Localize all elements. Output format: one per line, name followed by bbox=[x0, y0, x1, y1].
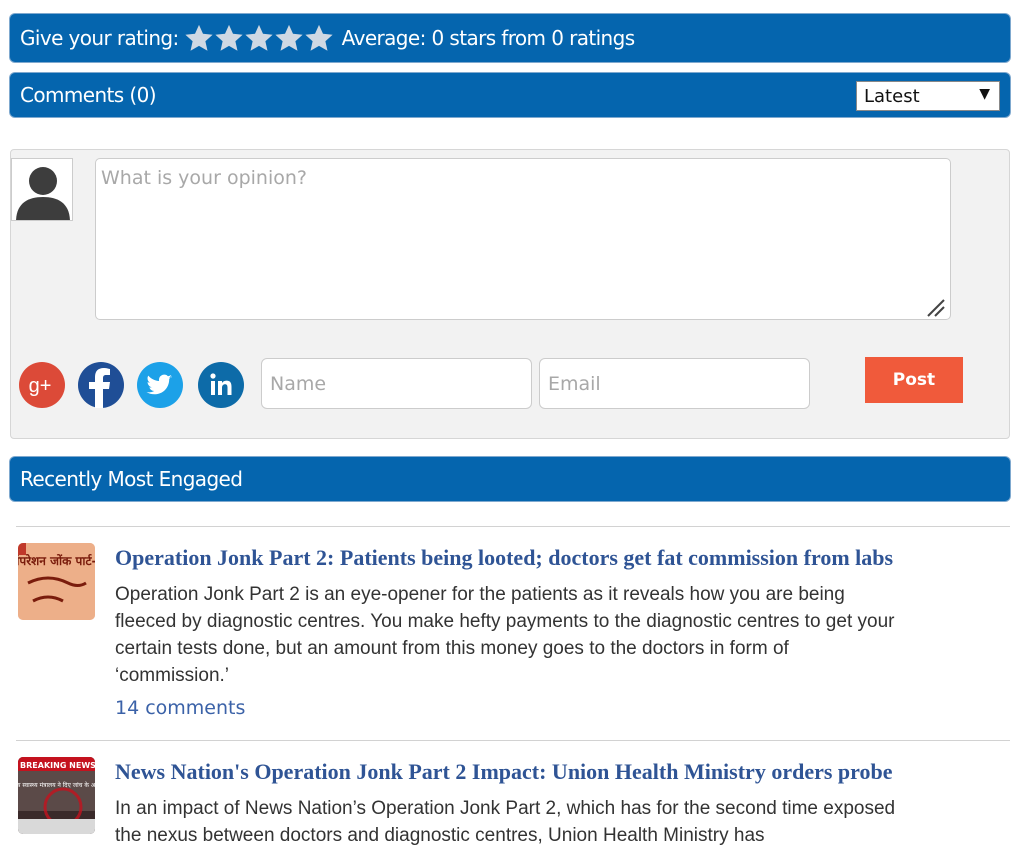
comments-bar: Comments (0) Latest ▼ bbox=[10, 73, 1010, 117]
linkedin-icon[interactable] bbox=[198, 362, 244, 408]
star-icon[interactable] bbox=[244, 23, 274, 53]
rating-bar: Give your rating: Average: 0 stars from … bbox=[10, 14, 1010, 62]
star-icon[interactable] bbox=[274, 23, 304, 53]
rating-label: Give your rating: bbox=[20, 26, 179, 50]
post-button[interactable]: Post bbox=[865, 357, 963, 403]
twitter-icon[interactable] bbox=[137, 362, 183, 408]
article-title[interactable]: News Nation's Operation Jonk Part 2 Impa… bbox=[115, 759, 893, 785]
email-input[interactable] bbox=[539, 358, 810, 409]
list-item: BREAKING NEWS केंद्रीय स्वास्थ्य मंत्राल… bbox=[16, 740, 1010, 855]
opinion-textarea[interactable] bbox=[95, 158, 951, 320]
facebook-icon[interactable] bbox=[78, 362, 124, 408]
rating-stars bbox=[184, 23, 334, 53]
engaged-bar: Recently Most Engaged bbox=[10, 457, 1010, 501]
article-title[interactable]: Operation Jonk Part 2: Patients being lo… bbox=[115, 545, 893, 571]
sort-select[interactable]: Latest ▼ bbox=[856, 81, 1000, 111]
article-description: In an impact of News Nation’s Operation … bbox=[115, 798, 896, 846]
thumb-text-1: ऑपरेशन जोंक पार्ट-2 bbox=[18, 554, 95, 568]
article-description: Operation Jonk Part 2 is an eye-opener f… bbox=[115, 584, 895, 686]
resize-grip-icon[interactable] bbox=[924, 296, 946, 318]
google-plus-icon[interactable]: g+ bbox=[19, 362, 65, 408]
list-item: ऑपरेशन जोंक पार्ट-2 Operation Jonk Part … bbox=[16, 526, 1010, 740]
article-comments-link[interactable]: 14 comments bbox=[115, 697, 245, 719]
name-input[interactable] bbox=[261, 358, 532, 409]
rating-average: Average: 0 stars from 0 ratings bbox=[341, 26, 635, 50]
engaged-title: Recently Most Engaged bbox=[20, 467, 243, 491]
thumb-text-2: BREAKING NEWS bbox=[20, 761, 95, 770]
thumb-subtext-2: केंद्रीय स्वास्थ्य मंत्रालय ने दिए जांच … bbox=[18, 781, 95, 789]
sort-selected-value: Latest bbox=[864, 85, 920, 107]
comments-title: Comments (0) bbox=[20, 83, 157, 107]
svg-text:g+: g+ bbox=[29, 375, 52, 397]
comment-form: g+ Post bbox=[10, 149, 1010, 439]
avatar bbox=[11, 158, 73, 221]
star-icon[interactable] bbox=[304, 23, 334, 53]
article-thumbnail[interactable]: ऑपरेशन जोंक पार्ट-2 bbox=[18, 543, 95, 620]
star-icon[interactable] bbox=[184, 23, 214, 53]
caret-down-icon: ▼ bbox=[979, 86, 990, 102]
article-thumbnail[interactable]: BREAKING NEWS केंद्रीय स्वास्थ्य मंत्राल… bbox=[18, 757, 95, 834]
star-icon[interactable] bbox=[214, 23, 244, 53]
